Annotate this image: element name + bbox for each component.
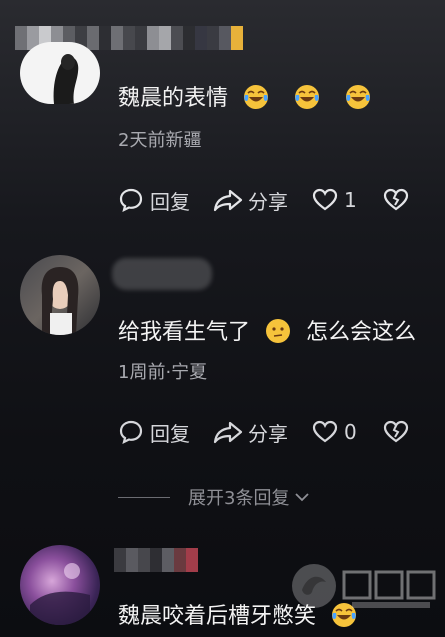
username-blurred-2 [112,258,212,290]
chevron-down-icon [295,493,310,502]
comment-body: 魏晨的表情 [118,86,229,111]
comment-body: 魏晨咬着后槽牙憋笑 [118,604,317,629]
share-arrow-icon [213,421,243,444]
share-button[interactable]: 分享 [212,186,288,215]
avatar-photo-icon [30,563,90,625]
comment-bubble-icon [119,420,143,445]
dislike-button[interactable] [383,420,409,444]
comment-actions: 回复 分享 0 [118,415,409,449]
username-mosaic-3 [114,548,198,572]
laugh-cry-emoji-icon [295,85,320,109]
like-count: 1 [344,188,357,212]
user-avatar[interactable] [20,545,100,625]
share-label: 分享 [248,421,288,446]
comment-meta: 2天前新疆 [118,130,202,151]
comment-meta: 1周前·宁夏 [118,362,208,383]
like-count: 0 [344,420,357,444]
comment-body-continued: 怎么会这么 [306,320,417,345]
comment-text: 魏晨的表情 [118,80,371,112]
dislike-heart-icon [383,188,408,211]
neutral-face-emoji-icon [266,319,291,343]
user-avatar[interactable] [20,255,100,335]
dislike-button[interactable] [383,188,409,212]
expand-replies-button[interactable]: 展开3条回复 [118,484,311,510]
watermark-logo [292,564,436,608]
laugh-cry-emoji-icon [346,85,371,109]
comment-body: 给我看生气了 [118,320,251,345]
comment-actions: 回复 分享 1 [118,183,409,217]
reply-label: 回复 [150,189,190,214]
dislike-heart-icon [383,420,408,443]
share-button[interactable]: 分享 [212,418,288,447]
avatar-photo-icon [41,267,79,335]
like-button[interactable]: 1 [312,188,357,212]
divider-line [118,496,170,498]
avatar-silhouette-icon [53,54,79,104]
reply-button[interactable]: 回复 [118,418,190,447]
like-button[interactable]: 0 [312,420,357,444]
heart-icon [312,420,338,443]
user-avatar[interactable] [20,42,100,104]
reply-label: 回复 [150,421,190,446]
share-label: 分享 [248,189,288,214]
comment-bubble-icon [119,188,143,213]
reply-button[interactable]: 回复 [118,186,190,215]
share-arrow-icon [213,189,243,212]
expand-replies-label: 展开3条回复 [188,488,290,509]
heart-icon [312,188,338,211]
comment-text: 给我看生气了 怎么会这么 [118,314,416,346]
laugh-cry-emoji-icon [244,85,269,109]
